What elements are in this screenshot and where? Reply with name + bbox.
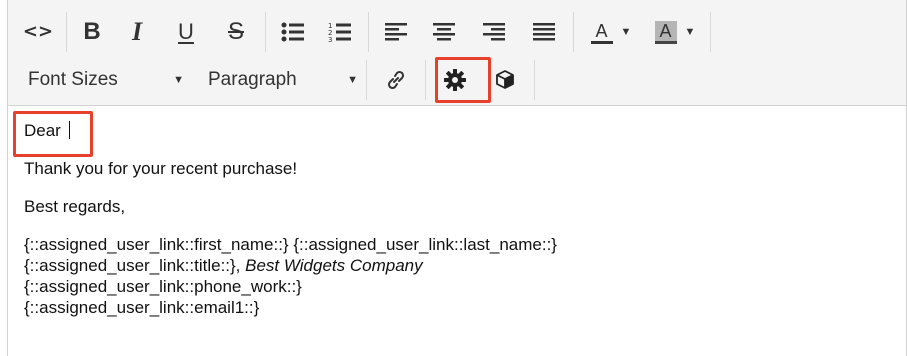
background-color-icon: A <box>654 20 677 44</box>
numbered-list-button[interactable]: 1 2 3 <box>316 14 364 50</box>
italic-label: I <box>131 17 143 46</box>
strikethrough-label: S <box>227 18 244 45</box>
italic-button[interactable]: I <box>113 14 161 50</box>
insert-link-button[interactable] <box>371 62 421 98</box>
chevron-down-icon[interactable]: ▼ <box>621 26 632 38</box>
source-code-button[interactable]: <> <box>8 14 68 50</box>
paragraph-format-dropdown[interactable]: Paragraph ▼ <box>192 62 366 98</box>
toolbar-divider <box>366 60 367 100</box>
toolbar-divider <box>265 12 266 52</box>
signature-name-line: {::assigned_user_link::first_name::} {::… <box>24 235 557 254</box>
signature-phone: {::assigned_user_link::phone_work::} <box>24 277 302 296</box>
text-color-icon: A <box>590 21 613 44</box>
editor-content[interactable]: Dear Thank you for your recent purchase!… <box>24 120 890 335</box>
bullet-list-icon <box>281 22 304 42</box>
link-icon <box>387 70 405 90</box>
align-left-icon <box>385 23 407 41</box>
align-center-icon <box>433 23 455 41</box>
toolbar-divider <box>573 12 574 52</box>
align-justify-icon <box>533 23 555 41</box>
paragraph-label: Paragraph <box>208 69 297 90</box>
svg-text:3: 3 <box>328 36 332 43</box>
text-color-button[interactable]: A ▼ <box>578 14 644 50</box>
toolbar-divider <box>534 60 535 100</box>
signature-company: Best Widgets Company <box>245 256 423 275</box>
bold-label: B <box>83 18 101 45</box>
bold-button[interactable]: B <box>71 14 113 50</box>
insert-template-button[interactable] <box>480 62 530 98</box>
background-color-button[interactable]: A ▼ <box>644 14 706 50</box>
closing-paragraph: Best regards, <box>24 197 126 216</box>
font-sizes-label: Font Sizes <box>28 69 118 90</box>
align-right-button[interactable] <box>469 14 519 50</box>
chevron-down-icon: ▼ <box>347 74 358 86</box>
underline-label: U <box>178 19 194 44</box>
toolbar-divider <box>710 12 711 52</box>
align-center-button[interactable] <box>419 14 469 50</box>
signature-email: {::assigned_user_link::email1::} <box>24 298 260 317</box>
signature-title: {::assigned_user_link::title::}, <box>24 256 246 275</box>
text-cursor <box>68 121 70 139</box>
numbered-list-icon: 1 2 3 <box>328 22 351 43</box>
toolbar-row-blocks: Font Sizes ▼ Paragraph ▼ <box>8 56 539 104</box>
align-right-icon <box>483 23 505 41</box>
toolbar-divider <box>425 60 426 100</box>
font-sizes-dropdown[interactable]: Font Sizes ▼ <box>8 62 192 98</box>
editor-toolbar: <> B I U S 1 2 3 A ▼ A ▼ Font Sizes ▼ Pa… <box>8 0 906 106</box>
align-justify-button[interactable] <box>519 14 569 50</box>
toolbar-divider <box>368 12 369 52</box>
gear-icon <box>444 69 466 91</box>
strikethrough-button[interactable]: S <box>211 14 261 50</box>
bullet-list-button[interactable] <box>270 14 316 50</box>
chevron-down-icon[interactable]: ▼ <box>685 26 696 38</box>
toolbar-row-formatting: <> B I U S 1 2 3 A ▼ A ▼ <box>8 8 715 56</box>
greeting-paragraph: Dear <box>24 120 890 141</box>
body-paragraph: Thank you for your recent purchase! <box>24 159 298 178</box>
greeting-text: Dear <box>24 121 66 140</box>
align-left-button[interactable] <box>373 14 419 50</box>
settings-button[interactable] <box>430 62 480 98</box>
signature-block: {::assigned_user_link::first_name::} {::… <box>24 234 890 318</box>
cube-icon <box>496 70 514 89</box>
rich-text-editor: <> B I U S 1 2 3 A ▼ A ▼ Font Sizes ▼ Pa… <box>7 0 907 356</box>
code-icon: <> <box>22 21 54 42</box>
underline-button[interactable]: U <box>161 14 211 50</box>
chevron-down-icon: ▼ <box>173 74 184 86</box>
